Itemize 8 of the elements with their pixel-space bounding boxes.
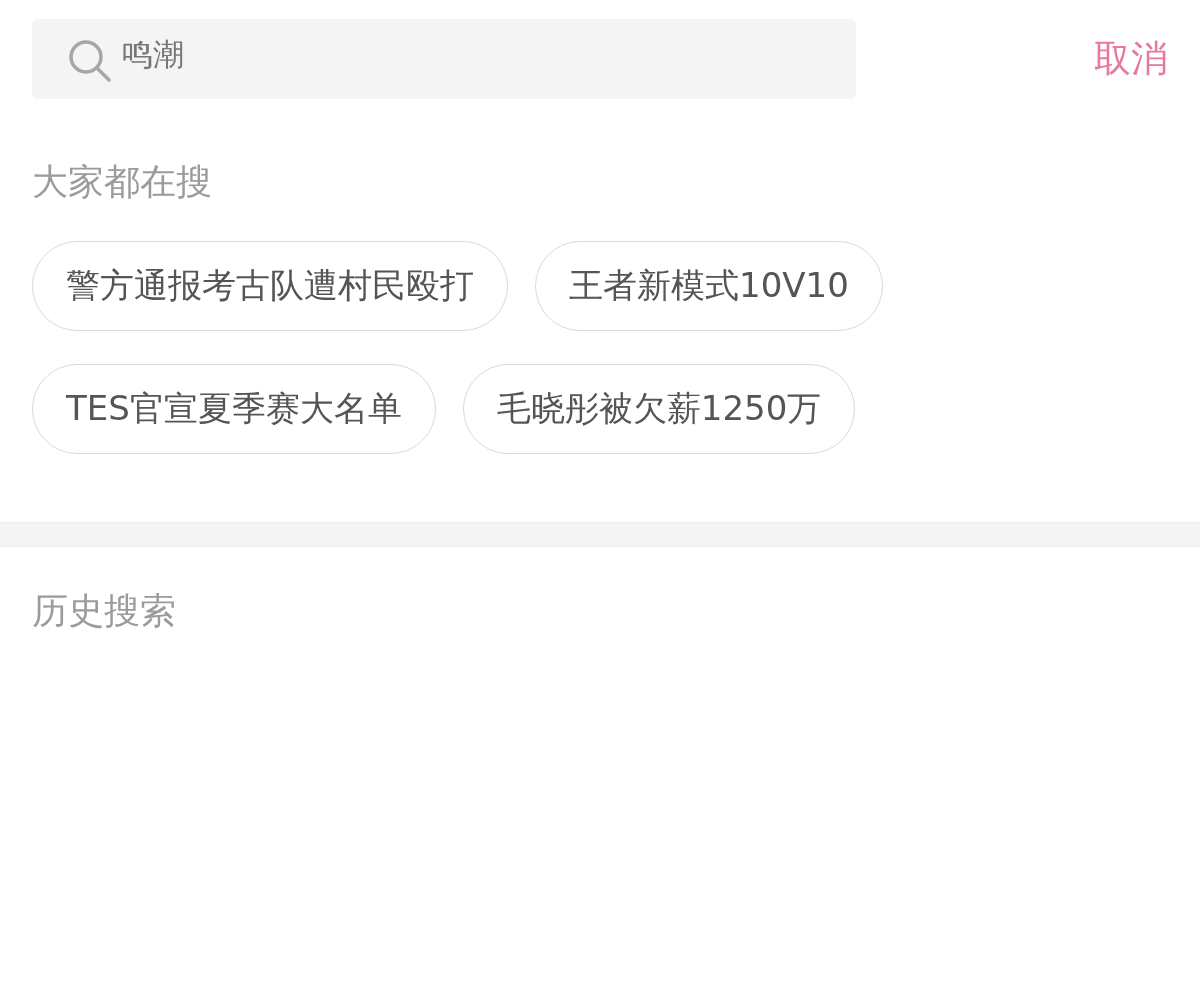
trending-search-chip[interactable]: TES官宣夏季赛大名单 (32, 364, 436, 455)
section-title: 大家都在搜 (32, 160, 212, 204)
section-title: 历史搜索 (32, 589, 176, 633)
trending-search-chip[interactable]: 警方通报考古队遭村民殴打 (32, 241, 508, 332)
search-field[interactable]: 鸣潮 (32, 19, 856, 99)
trending-search-chip[interactable]: 王者新模式10V10 (535, 241, 883, 332)
trending-search-chip[interactable]: 毛晓彤被欠薪1250万 (462, 364, 856, 455)
search-icon (68, 39, 112, 83)
